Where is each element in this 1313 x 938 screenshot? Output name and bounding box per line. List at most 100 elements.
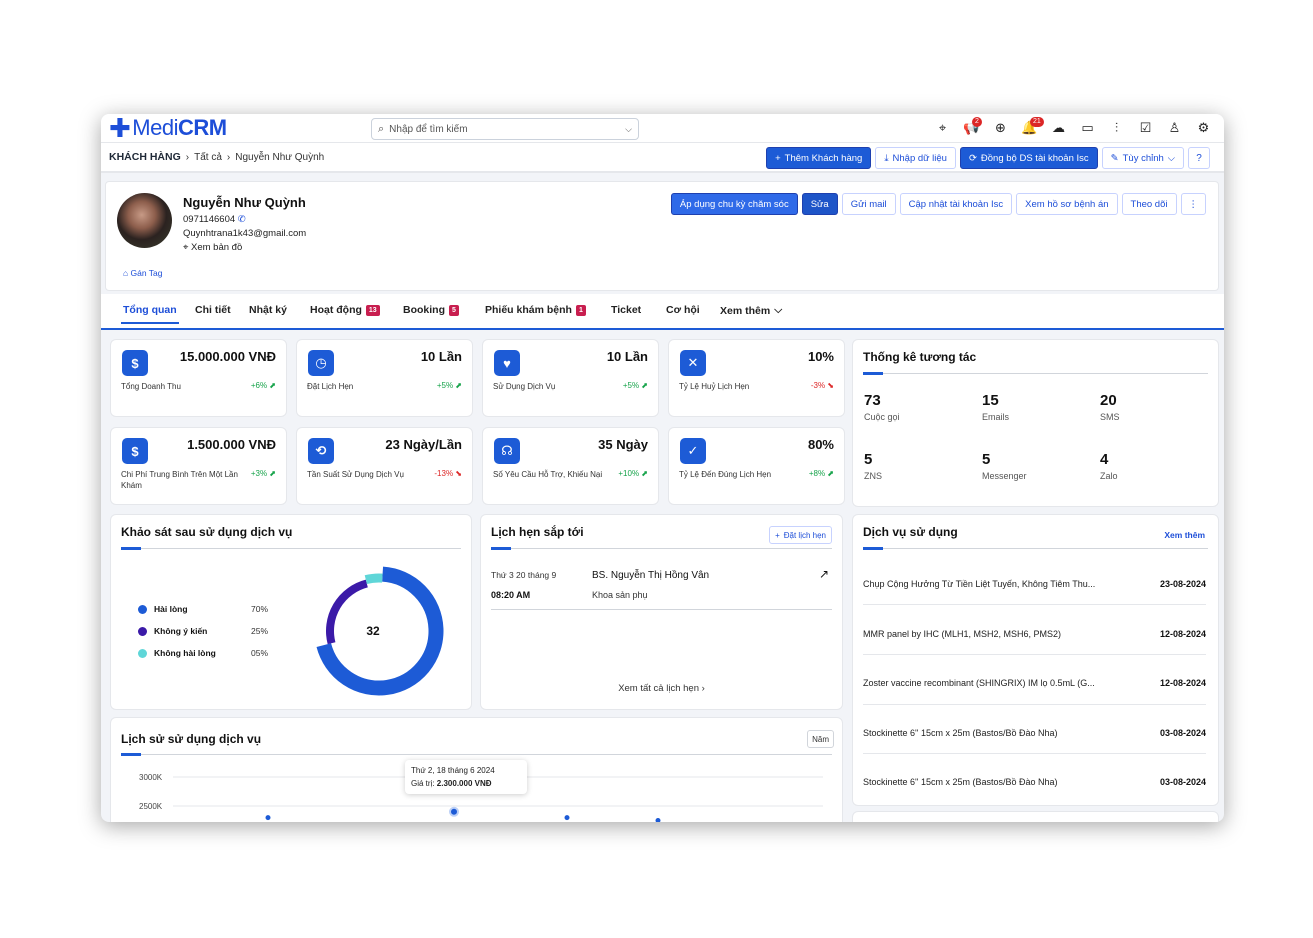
title-underline xyxy=(863,547,1208,550)
view-records-button[interactable]: Xem hồ sơ bệnh án xyxy=(1016,193,1118,215)
import-icon: ⤓ xyxy=(884,152,889,164)
trend-up-icon: ⬈ xyxy=(455,381,462,390)
headset-icon: ☊ xyxy=(494,438,520,464)
kpi-delta: +10% ⬈ xyxy=(618,469,648,478)
open-arrow-icon[interactable]: ↗ xyxy=(819,567,829,581)
tab-booking[interactable]: Booking 5 xyxy=(403,304,459,316)
legend-dot xyxy=(138,626,147,636)
stat-zalo: 4 Zalo xyxy=(1100,451,1118,481)
calendar-x-icon: ✕ xyxy=(680,350,706,376)
search-input[interactable]: ⌕ Nhập để tìm kiếm ⌵ xyxy=(371,118,639,140)
breadcrumb-level1[interactable]: Tất cả xyxy=(194,152,222,163)
legend-dot xyxy=(138,604,147,614)
help-icon[interactable]: ? xyxy=(1188,147,1210,169)
phone-icon[interactable]: ✆ xyxy=(238,214,246,225)
breadcrumb-root[interactable]: KHÁCH HÀNG xyxy=(109,151,181,163)
update-account-button[interactable]: Cập nhật tài khoản Isc xyxy=(899,193,1013,215)
sync-button[interactable]: ⟳ Đồng bộ DS tài khoản Isc xyxy=(959,147,1098,169)
stat-emails: 15 Emails xyxy=(982,392,1010,422)
kpi-label: Tần Suất Sử Dụng Dịch Vụ xyxy=(307,470,404,479)
kpi-label: Tỷ Lệ Đến Đúng Lịch Hẹn xyxy=(679,470,772,479)
stat-zns: 5 ZNS xyxy=(864,451,882,481)
profile-actions: Áp dụng chu kỳ chăm sóc Sửa Gửi mail Cập… xyxy=(670,193,1206,215)
book-appointment-button[interactable]: + Đặt lịch hẹn xyxy=(769,526,832,544)
kpi-label: Số Yêu Cầu Hỗ Trợ, Khiếu Nại xyxy=(493,470,603,479)
kpi-delta: -13% ⬊ xyxy=(434,469,462,478)
kpi-label: Sử Dụng Dịch Vụ xyxy=(493,382,556,391)
chart-tooltip: Thứ 2, 18 tháng 6 2024 Giá trị: 2.300.00… xyxy=(405,760,527,794)
kpi-delta: +5% ⬈ xyxy=(622,381,648,390)
appointments-card: Lịch hẹn sắp tới + Đặt lịch hẹn Thứ 3 20 … xyxy=(480,514,843,710)
send-mail-button[interactable]: Gửi mail xyxy=(841,193,896,215)
heart-hand-icon: ♥ xyxy=(494,350,520,376)
view-more-services-link[interactable]: Xem thêm xyxy=(1164,530,1205,540)
avatar xyxy=(117,193,172,248)
plus-circle-icon[interactable]: ⊕ xyxy=(986,120,1015,136)
tab-details[interactable]: Chi tiết xyxy=(195,304,231,316)
more-vertical-icon[interactable]: ⋮ xyxy=(1180,193,1206,215)
add-customer-button[interactable]: + Thêm Khách hàng xyxy=(766,147,872,169)
customer-email[interactable]: Quynhtrana1k43@gmail.com xyxy=(183,228,306,239)
assign-tag-link[interactable]: ⌂ Gán Tag xyxy=(123,268,163,278)
chart-point[interactable] xyxy=(564,815,570,821)
calendar-clock-icon: ◷ xyxy=(308,350,334,376)
trend-up-icon: ⬈ xyxy=(641,381,648,390)
chevron-right-icon: › xyxy=(226,151,231,163)
tab-journal[interactable]: Nhật ký xyxy=(249,304,287,316)
chart-point[interactable] xyxy=(449,806,459,817)
view-all-appointments-link[interactable]: Xem tất cả lịch hẹn › xyxy=(481,683,842,694)
kpi-delta: +5% ⬈ xyxy=(436,381,462,390)
tab-overview[interactable]: Tổng quan xyxy=(121,304,179,324)
stat-sms: 20 SMS xyxy=(1100,392,1120,422)
cloud-icon[interactable]: ☁ xyxy=(1044,120,1073,136)
user-icon[interactable]: ♙ xyxy=(1160,120,1189,136)
tab-medical-form[interactable]: Phiếu khám bệnh 1 xyxy=(485,304,586,316)
view-map-link[interactable]: ⌖ Xem bản đồ xyxy=(183,242,242,253)
service-row[interactable]: Stockinette 6'' 15cm x 25m (Bastos/Bồ Đà… xyxy=(863,728,1206,738)
import-button[interactable]: ⤓ Nhập dữ liệu xyxy=(875,147,956,169)
tab-more[interactable]: Xem thêm ⌵ xyxy=(720,304,782,317)
megaphone-icon[interactable]: 📢 2 xyxy=(957,117,986,136)
follow-button[interactable]: Theo dõi xyxy=(1121,193,1177,215)
satisfaction-donut: 32 xyxy=(316,566,444,696)
edit-button[interactable]: Sửa xyxy=(801,193,838,215)
donut-slice-1 xyxy=(326,579,368,645)
tab-ticket[interactable]: Ticket xyxy=(611,304,641,316)
card-title: Khảo sát sau sử dụng dịch vụ xyxy=(121,525,293,539)
settings-icon[interactable]: ⚙ xyxy=(1189,120,1218,136)
apply-care-cycle-button[interactable]: Áp dụng chu kỳ chăm sóc xyxy=(670,193,798,215)
top-icon-bar: ⌖ 📢 2 ⊕ 🔔 21 ☁ ▭ ⫶ ☑ ♙ ⚙ xyxy=(928,117,1218,139)
top-bar: ✚ Medi CRM ⌕ Nhập để tìm kiếm ⌵ ⌖ 📢 2 ⊕ 🔔 2… xyxy=(101,114,1224,143)
breadcrumb-level2: Nguyễn Như Quỳnh xyxy=(235,151,325,163)
logo[interactable]: ✚ Medi CRM xyxy=(109,114,227,143)
customize-button[interactable]: ✎ Tùy chỉnh ⌵ xyxy=(1101,147,1184,169)
appointment-date: Thứ 3 20 tháng 9 xyxy=(491,570,557,580)
checkbox-icon[interactable]: ☑ xyxy=(1131,120,1160,136)
service-row[interactable]: Zoster vaccine recombinant (SHINGRIX) IM… xyxy=(863,678,1206,688)
legend-item: Không hài lòng 05% xyxy=(138,648,268,658)
bell-icon[interactable]: 🔔 21 xyxy=(1015,117,1044,136)
service-row[interactable]: Chụp Cộng Hưởng Từ Tiền Liệt Tuyến, Khôn… xyxy=(863,579,1206,589)
service-row[interactable]: Stockinette 6'' 15cm x 25m (Bastos/Bồ Đà… xyxy=(863,777,1206,787)
legend-dot xyxy=(138,648,147,658)
sync-icon: ⟳ xyxy=(968,152,977,164)
chevron-right-icon: › xyxy=(185,151,190,163)
stat-calls: 73 Cuộc gọi xyxy=(864,392,900,422)
legend-item: Hài lòng 70% xyxy=(138,604,268,614)
kpi-label: Tổng Doanh Thu xyxy=(121,382,181,391)
tab-bar: Tổng quan Chi tiết Nhật ký Hoạt động 13 B… xyxy=(101,294,1224,330)
chart-icon[interactable]: ⫶ xyxy=(1102,120,1131,136)
calendar-icon[interactable]: ▭ xyxy=(1073,120,1102,136)
tab-activities[interactable]: Hoạt động 13 xyxy=(310,304,380,316)
chart-point[interactable] xyxy=(265,815,271,821)
pin-icon: ⌖ xyxy=(183,242,189,253)
kpi-card: $15.000.000 VNĐ Tổng Doanh Thu +6% ⬈ xyxy=(110,339,287,417)
kpi-delta: +8% ⬈ xyxy=(808,469,834,478)
kpi-value: 10 Lần xyxy=(606,349,648,364)
location-icon[interactable]: ⌖ xyxy=(928,120,957,136)
chart-point[interactable] xyxy=(655,818,661,822)
kpi-label: Chi Phí Trung Bình Trên Một Lần Khám xyxy=(121,470,238,490)
service-row[interactable]: MMR panel by IHC (MLH1, MSH2, MSH6, PMS2… xyxy=(863,629,1206,639)
logo-cross-icon: ✚ xyxy=(109,114,131,143)
tab-opportunity[interactable]: Cơ hội xyxy=(666,304,700,316)
